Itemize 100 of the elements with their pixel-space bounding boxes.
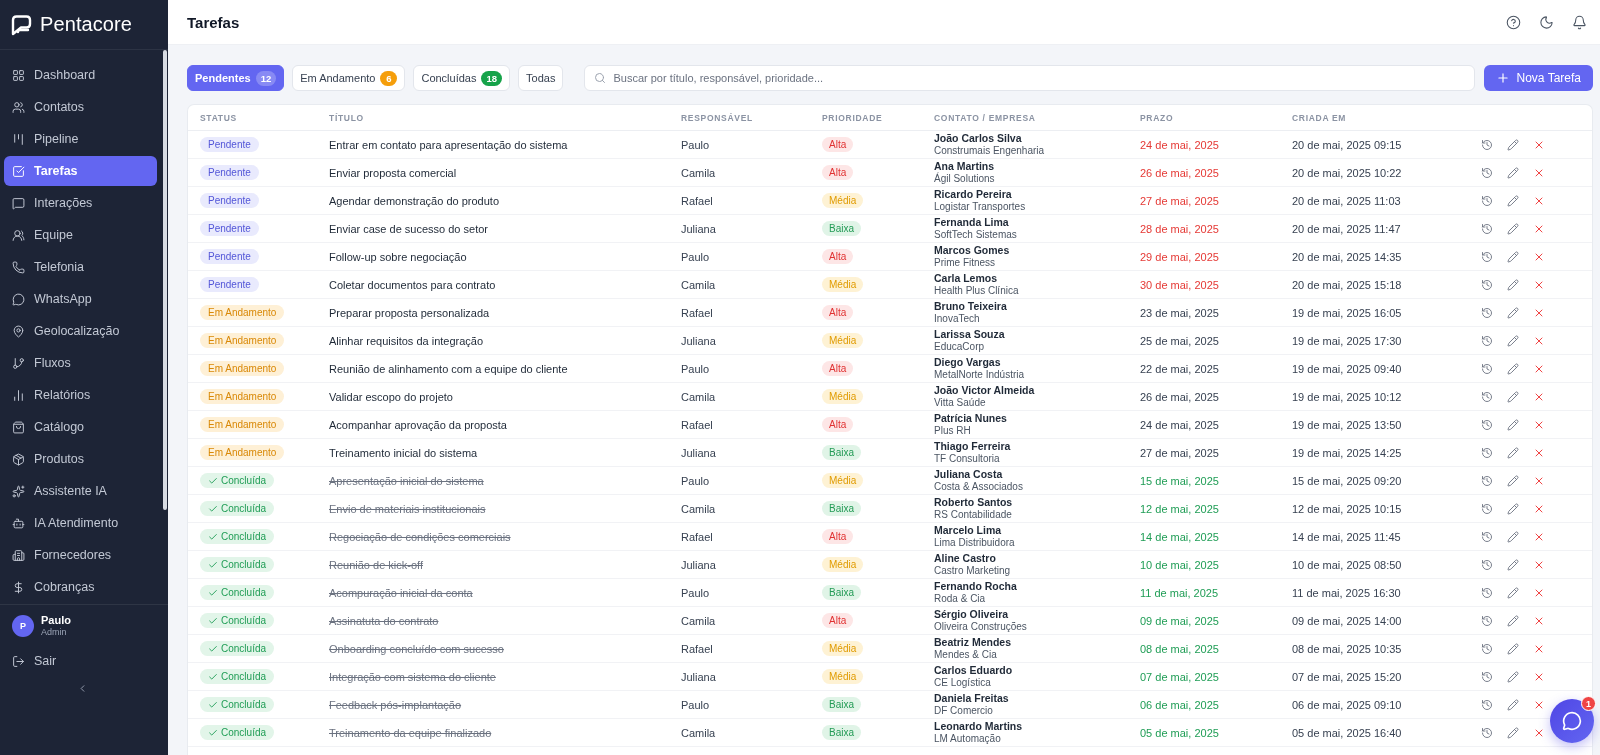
assignee-name: Juliana (681, 558, 716, 571)
user-avatar[interactable]: P (12, 614, 34, 637)
history-icon[interactable] (1481, 222, 1493, 235)
pencil-icon[interactable] (1507, 446, 1519, 459)
bell-icon[interactable] (1572, 14, 1587, 30)
history-icon[interactable] (1481, 306, 1493, 319)
sidebar-item[interactable]: Tarefas (4, 156, 157, 186)
sidebar-item[interactable]: Telefonia (4, 252, 157, 282)
pencil-icon[interactable] (1507, 166, 1519, 179)
history-icon[interactable] (1481, 558, 1493, 571)
logout-link[interactable]: Sair (12, 651, 57, 671)
pencil-icon[interactable] (1507, 278, 1519, 291)
sidebar-item[interactable]: Fluxos (4, 348, 157, 378)
contact-name: João Carlos Silva (934, 132, 1023, 145)
history-icon[interactable] (1481, 698, 1493, 711)
sidebar-item[interactable]: Interações (4, 188, 157, 218)
contact-name: Daniela Freitas (934, 692, 1010, 705)
pencil-icon[interactable] (1507, 362, 1519, 375)
status-tag: Concluída (200, 697, 275, 712)
sidebar-item[interactable]: Geolocalização (4, 316, 157, 346)
pencil-icon[interactable] (1507, 614, 1519, 627)
contact-name: Thiago Ferreira (934, 440, 1012, 453)
filter-tab[interactable]: Pendentes 12 (187, 65, 285, 91)
sidebar-item[interactable]: Catálogo (4, 412, 157, 442)
filter-tab[interactable]: Todas (518, 65, 564, 91)
history-icon[interactable] (1481, 446, 1493, 459)
history-icon[interactable] (1481, 670, 1493, 683)
pencil-icon[interactable] (1507, 334, 1519, 347)
priority-tag: Alta (822, 417, 854, 432)
sidebar-item[interactable]: Equipe (4, 220, 157, 250)
due-date: 12 de mai, 2025 (1140, 502, 1219, 515)
pencil-icon[interactable] (1507, 726, 1519, 739)
company-name: Castro Marketing (934, 564, 1012, 577)
check-icon (208, 615, 218, 626)
contact-name: Diego Vargas (934, 356, 1002, 369)
scrollbar[interactable] (163, 50, 167, 510)
task-title: Entrar em contato para apresentação do sistema (329, 138, 568, 151)
sidebar-item[interactable]: Fornecedores (4, 540, 157, 570)
moon-icon[interactable] (1539, 14, 1554, 30)
task-title: Onboarding concluído com sucesso (329, 642, 504, 655)
pencil-icon[interactable] (1507, 530, 1519, 543)
company-name: Oliveira Construções (934, 620, 1028, 633)
sidebar-item[interactable]: Assistente IA (4, 476, 157, 506)
history-icon[interactable] (1481, 642, 1493, 655)
history-icon[interactable] (1481, 138, 1493, 151)
pencil-icon[interactable] (1507, 558, 1519, 571)
history-icon[interactable] (1481, 474, 1493, 487)
history-icon[interactable] (1481, 614, 1493, 627)
history-icon[interactable] (1481, 250, 1493, 263)
history-icon[interactable] (1481, 586, 1493, 599)
pencil-icon[interactable] (1507, 250, 1519, 263)
pencil-icon[interactable] (1507, 502, 1519, 515)
sidebar-item[interactable]: Pipeline (4, 124, 157, 154)
pencil-icon[interactable] (1507, 390, 1519, 403)
due-date: 24 de mai, 2025 (1140, 418, 1219, 431)
history-icon[interactable] (1481, 390, 1493, 403)
sidebar-item[interactable]: Dashboard (4, 60, 157, 90)
column-header: CONTATO / EMPRESA (934, 112, 1037, 123)
pencil-icon[interactable] (1507, 418, 1519, 431)
history-icon[interactable] (1481, 530, 1493, 543)
sidebar-item[interactable]: IA Atendimento (4, 508, 157, 538)
contact-name: Marcelo Lima (934, 524, 1003, 537)
pencil-icon[interactable] (1507, 306, 1519, 319)
sidebar-item[interactable]: Cobranças (4, 572, 157, 602)
column-header: PRIORIDADE (822, 112, 884, 123)
help-icon[interactable] (1506, 14, 1521, 30)
pencil-icon[interactable] (1507, 222, 1519, 235)
pencil-icon[interactable] (1507, 138, 1519, 151)
sidebar-item[interactable]: Relatórios (4, 380, 157, 410)
history-icon[interactable] (1481, 334, 1493, 347)
assignee-name: Juliana (681, 222, 716, 235)
priority-tag: Alta (822, 137, 854, 152)
history-icon[interactable] (1481, 418, 1493, 431)
pencil-icon[interactable] (1507, 586, 1519, 599)
created-date: 12 de mai, 2025 10:15 (1292, 502, 1402, 515)
columns-icon (12, 132, 25, 146)
history-icon[interactable] (1481, 194, 1493, 207)
priority-tag: Média (822, 641, 864, 656)
assignee-name: Rafael (681, 418, 713, 431)
pencil-icon[interactable] (1507, 642, 1519, 655)
filter-tab[interactable]: Concluídas 18 (413, 65, 511, 91)
search-field[interactable]: Buscar por título, responsável, prioridade... (584, 65, 1475, 91)
pencil-icon[interactable] (1507, 474, 1519, 487)
sidebar-item[interactable]: WhatsApp (4, 284, 157, 314)
company-name: Prime Fitness (934, 256, 997, 269)
sidebar-item[interactable]: Produtos (4, 444, 157, 474)
history-icon[interactable] (1481, 362, 1493, 375)
contact-name: Beatriz Mendes (934, 636, 1013, 649)
history-icon[interactable] (1481, 278, 1493, 291)
history-icon[interactable] (1481, 726, 1493, 739)
sidebar-item[interactable]: Contatos (4, 92, 157, 122)
filter-tab[interactable]: Em Andamento 6 (292, 65, 406, 91)
task-title: Reunião de kick-off (329, 558, 423, 571)
pencil-icon[interactable] (1507, 698, 1519, 711)
pencil-icon[interactable] (1507, 670, 1519, 683)
history-icon[interactable] (1481, 166, 1493, 179)
new-task-button[interactable]: Nova Tarefa (1483, 65, 1593, 91)
logout-icon (12, 654, 25, 668)
pencil-icon[interactable] (1507, 194, 1519, 207)
history-icon[interactable] (1481, 502, 1493, 515)
